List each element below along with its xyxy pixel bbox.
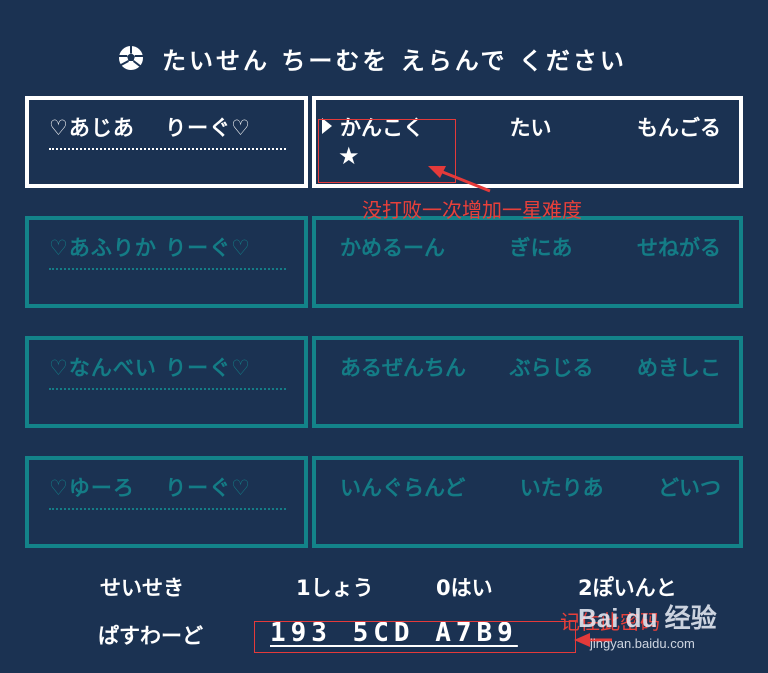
team-list: あるぜんちん ぶらじる めきしこ: [340, 352, 721, 382]
dotted-divider: [49, 508, 286, 510]
league-box[interactable]: ♡なんべい りーぐ♡: [25, 336, 308, 428]
team-italy[interactable]: いたりあ: [520, 472, 604, 502]
password-label: ぱすわーど: [98, 624, 203, 648]
record-losses: 0はい: [436, 576, 493, 600]
team-mongolia[interactable]: もんごる: [637, 112, 721, 142]
team-box[interactable]: あるぜんちん ぶらじる めきしこ: [312, 336, 743, 428]
difficulty-annotation: 没打败一次增加一星难度: [362, 198, 582, 222]
league-box[interactable]: ♡あじあ りーぐ♡: [25, 96, 308, 188]
dotted-divider: [49, 268, 286, 270]
soccer-ball-icon: [119, 46, 143, 70]
league-box[interactable]: ♡あふりか りーぐ♡: [25, 216, 308, 308]
league-row-euro[interactable]: ♡ゆーろ りーぐ♡ いんぐらんど いたりあ どいつ: [25, 456, 743, 548]
team-england[interactable]: いんぐらんど: [340, 472, 465, 502]
team-list: かめるーん ぎにあ せねがる: [340, 232, 721, 262]
team-mexico[interactable]: めきしこ: [637, 352, 721, 382]
record-wins: 1しょう: [296, 576, 374, 600]
team-argentina[interactable]: あるぜんちん: [340, 352, 466, 382]
watermark-url: jingyan.baidu.com: [590, 636, 695, 651]
team-brazil[interactable]: ぶらじる: [510, 352, 594, 382]
league-name: ♡ゆーろ りーぐ♡: [49, 476, 251, 500]
team-box[interactable]: いんぐらんど いたりあ どいつ: [312, 456, 743, 548]
league-row-africa[interactable]: ♡あふりか りーぐ♡ かめるーん ぎにあ せねがる: [25, 216, 743, 308]
record-label: せいせき: [100, 576, 184, 600]
team-senegal[interactable]: せねがる: [637, 232, 721, 262]
watermark-logo: Bai du 经验: [578, 603, 717, 633]
baidu-watermark: Bai du 经验 jingyan.baidu.com: [578, 590, 748, 662]
game-screen: たいせん ちーむを えらんで ください ♡あじあ りーぐ♡ かんこく たい もん…: [0, 0, 768, 673]
league-name: ♡あじあ りーぐ♡: [49, 116, 251, 140]
league-name: ♡なんべい りーぐ♡: [49, 356, 251, 380]
league-box[interactable]: ♡ゆーろ りーぐ♡: [25, 456, 308, 548]
team-list: いんぐらんど いたりあ どいつ: [340, 472, 721, 502]
page-title: たいせん ちーむを えらんで ください: [162, 46, 627, 75]
team-guinea[interactable]: ぎにあ: [510, 232, 573, 262]
dotted-divider: [49, 148, 286, 150]
dotted-divider: [49, 388, 286, 390]
league-row-south-america[interactable]: ♡なんべい りーぐ♡ あるぜんちん ぶらじる めきしこ: [25, 336, 743, 428]
team-germany[interactable]: どいつ: [658, 472, 721, 502]
team-box[interactable]: かめるーん ぎにあ せねがる: [312, 216, 743, 308]
highlight-box: [318, 119, 456, 183]
league-name: ♡あふりか りーぐ♡: [49, 236, 251, 260]
team-cameroon[interactable]: かめるーん: [340, 232, 445, 262]
password-highlight-box: [254, 621, 576, 653]
team-thailand[interactable]: たい: [510, 112, 552, 142]
title-row: たいせん ちーむを えらんで ください: [118, 38, 627, 78]
